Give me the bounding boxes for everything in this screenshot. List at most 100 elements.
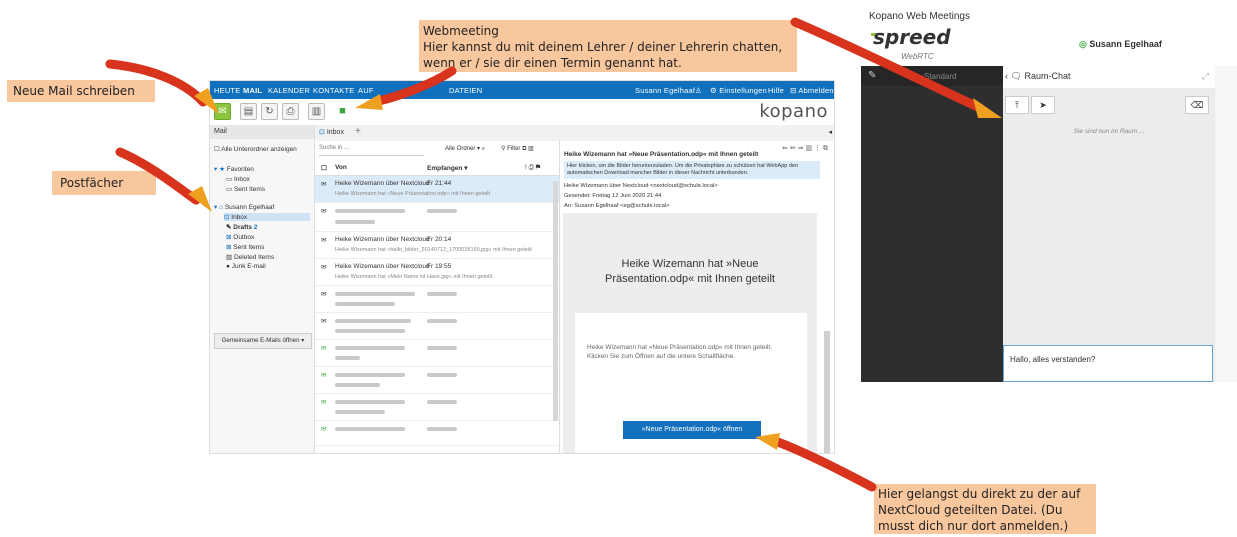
redacted-text <box>335 220 375 224</box>
col-received[interactable]: Empfangen ▾ <box>427 164 467 172</box>
user-icon[interactable]: ♙ <box>695 86 702 95</box>
share-location-button[interactable]: ➤ <box>1031 96 1055 114</box>
layout-icon: ▥ <box>311 106 322 117</box>
chat-back[interactable]: ‹ 🗨 Raum-Chat <box>1005 71 1070 82</box>
list-item[interactable]: ✉ <box>315 340 559 367</box>
refresh-button[interactable]: ↻ <box>261 103 278 120</box>
folder-sent-items[interactable]: ⊠ Sent Items <box>226 243 264 251</box>
folder-deleted-items[interactable]: ▥ Deleted Items <box>226 253 274 261</box>
folder-inbox-label: Inbox <box>231 214 248 221</box>
redacted-text <box>427 400 457 404</box>
list-item[interactable]: ✉ <box>315 421 559 446</box>
tab-aufgaben[interactable]: AUF <box>358 86 374 95</box>
shared-mail-button[interactable]: Gemeinsame E-Mails öffnen ▾ <box>214 333 312 349</box>
redacted-text <box>335 292 415 296</box>
col-from[interactable]: Von <box>335 164 347 171</box>
upload-icon: ⤒ <box>1015 100 1019 110</box>
redacted-text <box>427 427 457 431</box>
chat-input[interactable]: Hallo, alles verstanden? <box>1003 345 1213 382</box>
list-item[interactable]: ✉ <box>315 367 559 394</box>
chat-header: ‹ 🗨 Raum-Chat ⤢ <box>1003 66 1215 88</box>
chevron-down-icon: ▾ <box>301 337 305 344</box>
help-link[interactable]: Hilfe <box>768 86 784 95</box>
tab-kalender[interactable]: KALENDER <box>268 86 310 95</box>
meetings-scrollbar[interactable] <box>1215 66 1237 382</box>
meeting-user-name: Susann Egelhaaf <box>1089 39 1162 49</box>
favorites-node[interactable]: ▾ ★ Favoriten <box>214 165 254 173</box>
expand-icon[interactable]: ⤢ <box>1202 71 1209 82</box>
meetings-header: spreed WebRTC ◎ Susann Egelhaaf <box>861 25 1237 66</box>
note-nextcloud-line-1: Hier gelangst du direkt zu der auf <box>878 487 1081 501</box>
list-item[interactable]: ✉ Heike Wizemann über Nextcloud Fr 21:44… <box>315 176 559 203</box>
list-item[interactable]: ✉ <box>315 394 559 421</box>
envelope-icon: ✉ <box>321 372 327 379</box>
list-item[interactable]: ✉ <box>315 286 559 313</box>
webmeeting-button[interactable]: ■ <box>334 103 351 120</box>
collapse-icon[interactable]: ◂ <box>828 128 832 136</box>
list-header: ☐ Von Empfangen ▾ ! ⎙ ⚑ <box>315 161 559 176</box>
reading-toolbar-icons[interactable]: ⇐ ⇚ ⇒ ▥ ⋮ ⧉ <box>782 144 828 153</box>
chevron-left-icon: ‹ <box>1005 71 1008 81</box>
message-from: Heike Wizemann über Nextcloud <box>335 263 430 270</box>
note-nextcloud-line-3: musst dich nur dort anmelden.) <box>878 519 1069 534</box>
new-mail-button[interactable]: ✉ <box>214 103 231 120</box>
show-subfolders-checkbox[interactable]: ☐ Alle Unterordner anzeigen <box>214 145 297 153</box>
message-subject: Heike Wizemann hat »hallo_bilder_2014071… <box>335 247 532 253</box>
all-folders-select[interactable]: Alle Ordner ▾ ⌕ <box>445 145 485 153</box>
account-node[interactable]: ▾ ⌂ Susann Egelhaaf <box>214 203 274 211</box>
note-new-mail: Neue Mail schreiben <box>7 80 155 102</box>
trash-icon: ▥ <box>226 254 233 261</box>
envelope-icon: ✉ <box>321 208 327 215</box>
filter-icon: ⚲ <box>501 146 506 152</box>
video-camera-icon: ■ <box>339 105 346 117</box>
fav-sent-items[interactable]: ▭ Sent Items <box>226 185 265 193</box>
envelope-icon: ✉ <box>321 318 327 325</box>
settings-link[interactable]: ⚙ Einstellungen <box>710 86 767 95</box>
filter-button[interactable]: ⚲ Filter ⧉ ▥ <box>501 145 534 153</box>
meetings-window-title: Kopano Web Meetings <box>869 11 970 22</box>
folder-outbox[interactable]: ⊠ Outbox <box>226 233 254 241</box>
mail-toolbar: ✉ ▤ ↻ ⎙ ▥ ■ kopano <box>210 99 834 125</box>
tab-heute[interactable]: HEUTE <box>214 86 240 95</box>
edit-icon[interactable]: ✎ <box>868 70 876 81</box>
clear-chat-button[interactable]: ⌫ <box>1185 96 1209 114</box>
tab-dateien[interactable]: DATEIEN <box>449 86 482 95</box>
checkbox-icon[interactable]: ☐ <box>321 164 327 172</box>
tab-kontakte[interactable]: KONTAKTE <box>313 86 354 95</box>
fav-inbox[interactable]: ▭ Inbox <box>226 175 250 183</box>
list-item[interactable]: ✉ Heike Wizemann über Nextcloud Fr 20:14… <box>315 232 559 259</box>
add-tab-button[interactable]: + <box>355 126 361 137</box>
logout-link[interactable]: ⊟ Abmelden <box>790 86 834 95</box>
image-notice[interactable]: Hier klicken, um die Bilder herunterzula… <box>564 161 820 179</box>
upload-button[interactable]: ⤒ <box>1005 96 1029 114</box>
list-item[interactable]: ✉ <box>315 203 559 232</box>
envelope-icon: ✉ <box>321 399 327 406</box>
room-chat-label: Raum-Chat <box>1024 71 1071 81</box>
layout-button[interactable]: ▥ <box>308 103 325 120</box>
list-item[interactable]: ✉ Heike Wizemann über Nextcloud Fr 19:55… <box>315 259 559 286</box>
folder-inbox[interactable]: ⊡ Inbox <box>224 213 310 221</box>
envelope-icon: ✉ <box>218 106 227 117</box>
redacted-text <box>335 410 385 414</box>
reading-scrollbar[interactable] <box>824 331 830 453</box>
print-button[interactable]: ⎙ <box>282 103 299 120</box>
search-icon[interactable]: ⌕ <box>482 146 485 152</box>
address-book-button[interactable]: ▤ <box>240 103 257 120</box>
room-standard-label[interactable]: Standard <box>924 72 956 81</box>
message-list: Suche in ... Alle Ordner ▾ ⌕ ⚲ Filter ⧉ … <box>315 141 560 453</box>
location-arrow-icon: ➤ <box>1039 100 1047 110</box>
search-input[interactable]: Suche in ... <box>319 145 424 156</box>
pencil-icon: ✎ <box>226 224 232 231</box>
logout-icon: ⊟ <box>790 86 797 95</box>
redacted-text <box>427 292 457 296</box>
message-time: Fr 20:14 <box>427 236 452 243</box>
tab-inbox[interactable]: ⊡ Inbox <box>319 128 344 136</box>
folder-junk[interactable]: ● Junk E-mail <box>226 263 266 270</box>
open-file-button[interactable]: »Neue Präsentation.odp« öffnen <box>623 421 761 439</box>
fav-sent-label: Sent Items <box>233 186 266 193</box>
tab-mail[interactable]: MAIL <box>243 86 262 95</box>
list-item[interactable]: ✉ <box>315 313 559 340</box>
folder-drafts[interactable]: ✎ Drafts 2 <box>226 223 258 231</box>
logout-label: Abmelden <box>798 86 834 95</box>
list-scrollbar[interactable] <box>553 181 558 421</box>
